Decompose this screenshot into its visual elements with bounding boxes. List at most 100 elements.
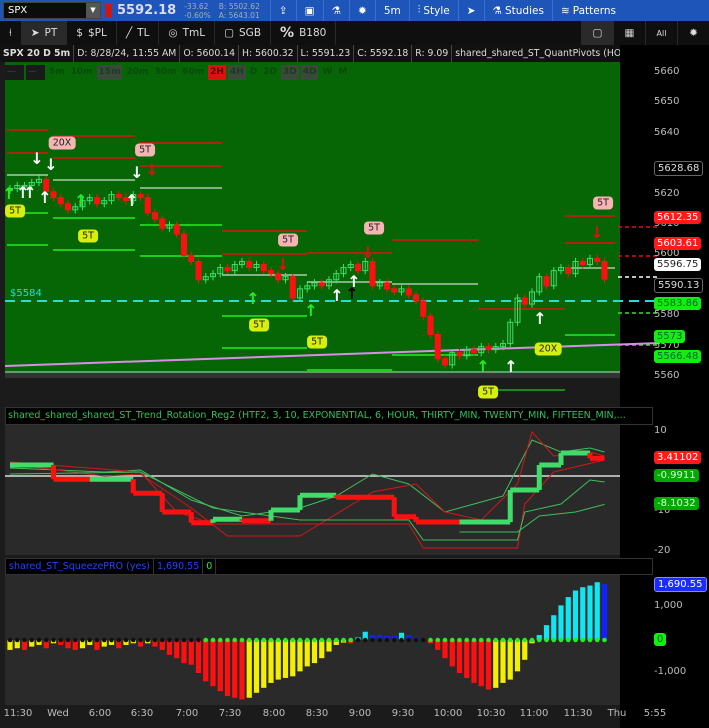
- squeeze-bar: [565, 597, 571, 640]
- candle-body: [456, 352, 463, 357]
- squeeze-dot: [594, 637, 600, 643]
- squeeze-dot: [573, 637, 578, 643]
- squeeze-dot: [246, 637, 252, 643]
- candle: [384, 279, 390, 293]
- candle: [246, 257, 253, 272]
- candle-body: [181, 233, 187, 256]
- squeeze-dot: [36, 637, 42, 643]
- timeframe-20m[interactable]: 20m: [124, 65, 150, 80]
- timeframe-30m[interactable]: 30m: [152, 65, 178, 80]
- squeeze-dot: [333, 637, 339, 643]
- candle-body: [391, 288, 398, 293]
- squeeze-bar: [500, 640, 506, 683]
- squeeze-dot: [413, 637, 419, 643]
- candle-body: [50, 191, 57, 199]
- squeeze-dot: [420, 637, 426, 643]
- timeframe-4D[interactable]: 4D: [300, 65, 319, 80]
- candle: [427, 312, 434, 339]
- candle: [57, 193, 64, 208]
- timeframe-2H[interactable]: 2H: [208, 65, 226, 80]
- candle: [405, 285, 412, 299]
- timeframe-60m[interactable]: 60m: [180, 65, 206, 80]
- timeframe-5m[interactable]: 5m: [47, 65, 67, 80]
- candle: [398, 285, 405, 296]
- candle: [173, 221, 180, 238]
- squeeze-dot: [319, 637, 325, 643]
- candle: [137, 190, 144, 202]
- squeeze-bar: [268, 640, 274, 683]
- price-line-label: $5584: [10, 288, 42, 299]
- squeeze-dot: [159, 637, 165, 643]
- squeeze-dot: [217, 637, 223, 643]
- candle-body: [565, 267, 572, 275]
- sell-arrow-icon: ↓: [44, 155, 57, 174]
- candle-body: [594, 257, 601, 262]
- buy-arrow-icon: ↑: [38, 188, 51, 207]
- squeeze-dot: [565, 637, 571, 643]
- squeeze-dot: [536, 637, 542, 643]
- squeeze-bar: [232, 640, 238, 698]
- squeeze-dot: [406, 637, 412, 643]
- candle: [449, 349, 456, 369]
- squeeze-tick: 1,000: [654, 600, 683, 611]
- timeframe-3D[interactable]: 3D: [280, 65, 299, 80]
- squeeze-dot: [435, 637, 441, 643]
- squeeze-bars: [7, 582, 608, 700]
- candle: [442, 355, 448, 369]
- squeeze-dot: [471, 637, 477, 643]
- candle: [558, 263, 564, 275]
- tf-blank[interactable]: —: [5, 65, 24, 80]
- candle: [507, 318, 514, 348]
- candle-body: [94, 197, 100, 205]
- buy-arrow-icon: ↑: [304, 301, 317, 320]
- squeeze-dot: [101, 637, 107, 643]
- squeeze-dot: [196, 637, 201, 643]
- candle: [391, 285, 398, 296]
- time-tick: 11:00: [519, 708, 549, 719]
- candle: [188, 251, 195, 266]
- squeeze-dot: [58, 637, 64, 643]
- candle: [579, 257, 586, 269]
- squeeze-dot: [268, 637, 274, 643]
- squeeze-bar: [514, 640, 521, 672]
- timeframe-4H[interactable]: 4H: [227, 65, 246, 80]
- time-tick: 8:00: [262, 708, 286, 719]
- candle: [565, 263, 572, 278]
- timeframe-D[interactable]: D: [248, 65, 259, 80]
- timeframe-15m[interactable]: 15m: [96, 65, 123, 80]
- candle: [297, 285, 303, 302]
- signal-label-sell: 5T: [593, 196, 613, 210]
- squeeze-dot: [428, 637, 433, 643]
- candle: [268, 266, 274, 278]
- sell-arrow-icon: ↓: [276, 255, 289, 274]
- squeeze-bar: [203, 640, 209, 682]
- tf-blank[interactable]: —: [26, 65, 45, 80]
- candle-body: [275, 273, 282, 281]
- trendline: [4, 342, 661, 367]
- candle: [594, 254, 601, 266]
- candle: [601, 257, 608, 283]
- squeeze-dot: [116, 637, 122, 643]
- squeeze-bar: [601, 584, 608, 640]
- candle-body: [369, 260, 376, 287]
- squeeze-bar: [580, 587, 586, 640]
- timeframe-M[interactable]: M: [336, 65, 349, 80]
- candle-body: [152, 212, 158, 220]
- sell-arrow-icon: ↓: [361, 243, 374, 262]
- price-label-green: 5583.86: [654, 297, 702, 311]
- signal-arrows: ↓ ↓ ↓ ↓ ↓↓ ↓ ↑ ↑ ↑ ↑ ↑ ↑ ↑↑ ↑ ↑ ↑↑ ↑↑: [2, 149, 603, 376]
- squeeze-dot: [239, 637, 245, 643]
- squeeze-bar: [551, 615, 557, 640]
- squeeze-dot: [500, 637, 506, 643]
- squeeze-dot: [391, 637, 397, 643]
- candle: [543, 273, 550, 290]
- squeeze-dot: [14, 637, 20, 643]
- timeframe-W[interactable]: W: [320, 65, 334, 80]
- timeframe-2D[interactable]: 2D: [261, 65, 279, 80]
- candle: [260, 260, 267, 275]
- buy-arrow-icon: ↑: [347, 272, 360, 291]
- candle-body: [405, 288, 412, 296]
- candle-body: [137, 194, 144, 199]
- squeeze-dot: [326, 637, 332, 643]
- timeframe-10m[interactable]: 10m: [69, 65, 95, 80]
